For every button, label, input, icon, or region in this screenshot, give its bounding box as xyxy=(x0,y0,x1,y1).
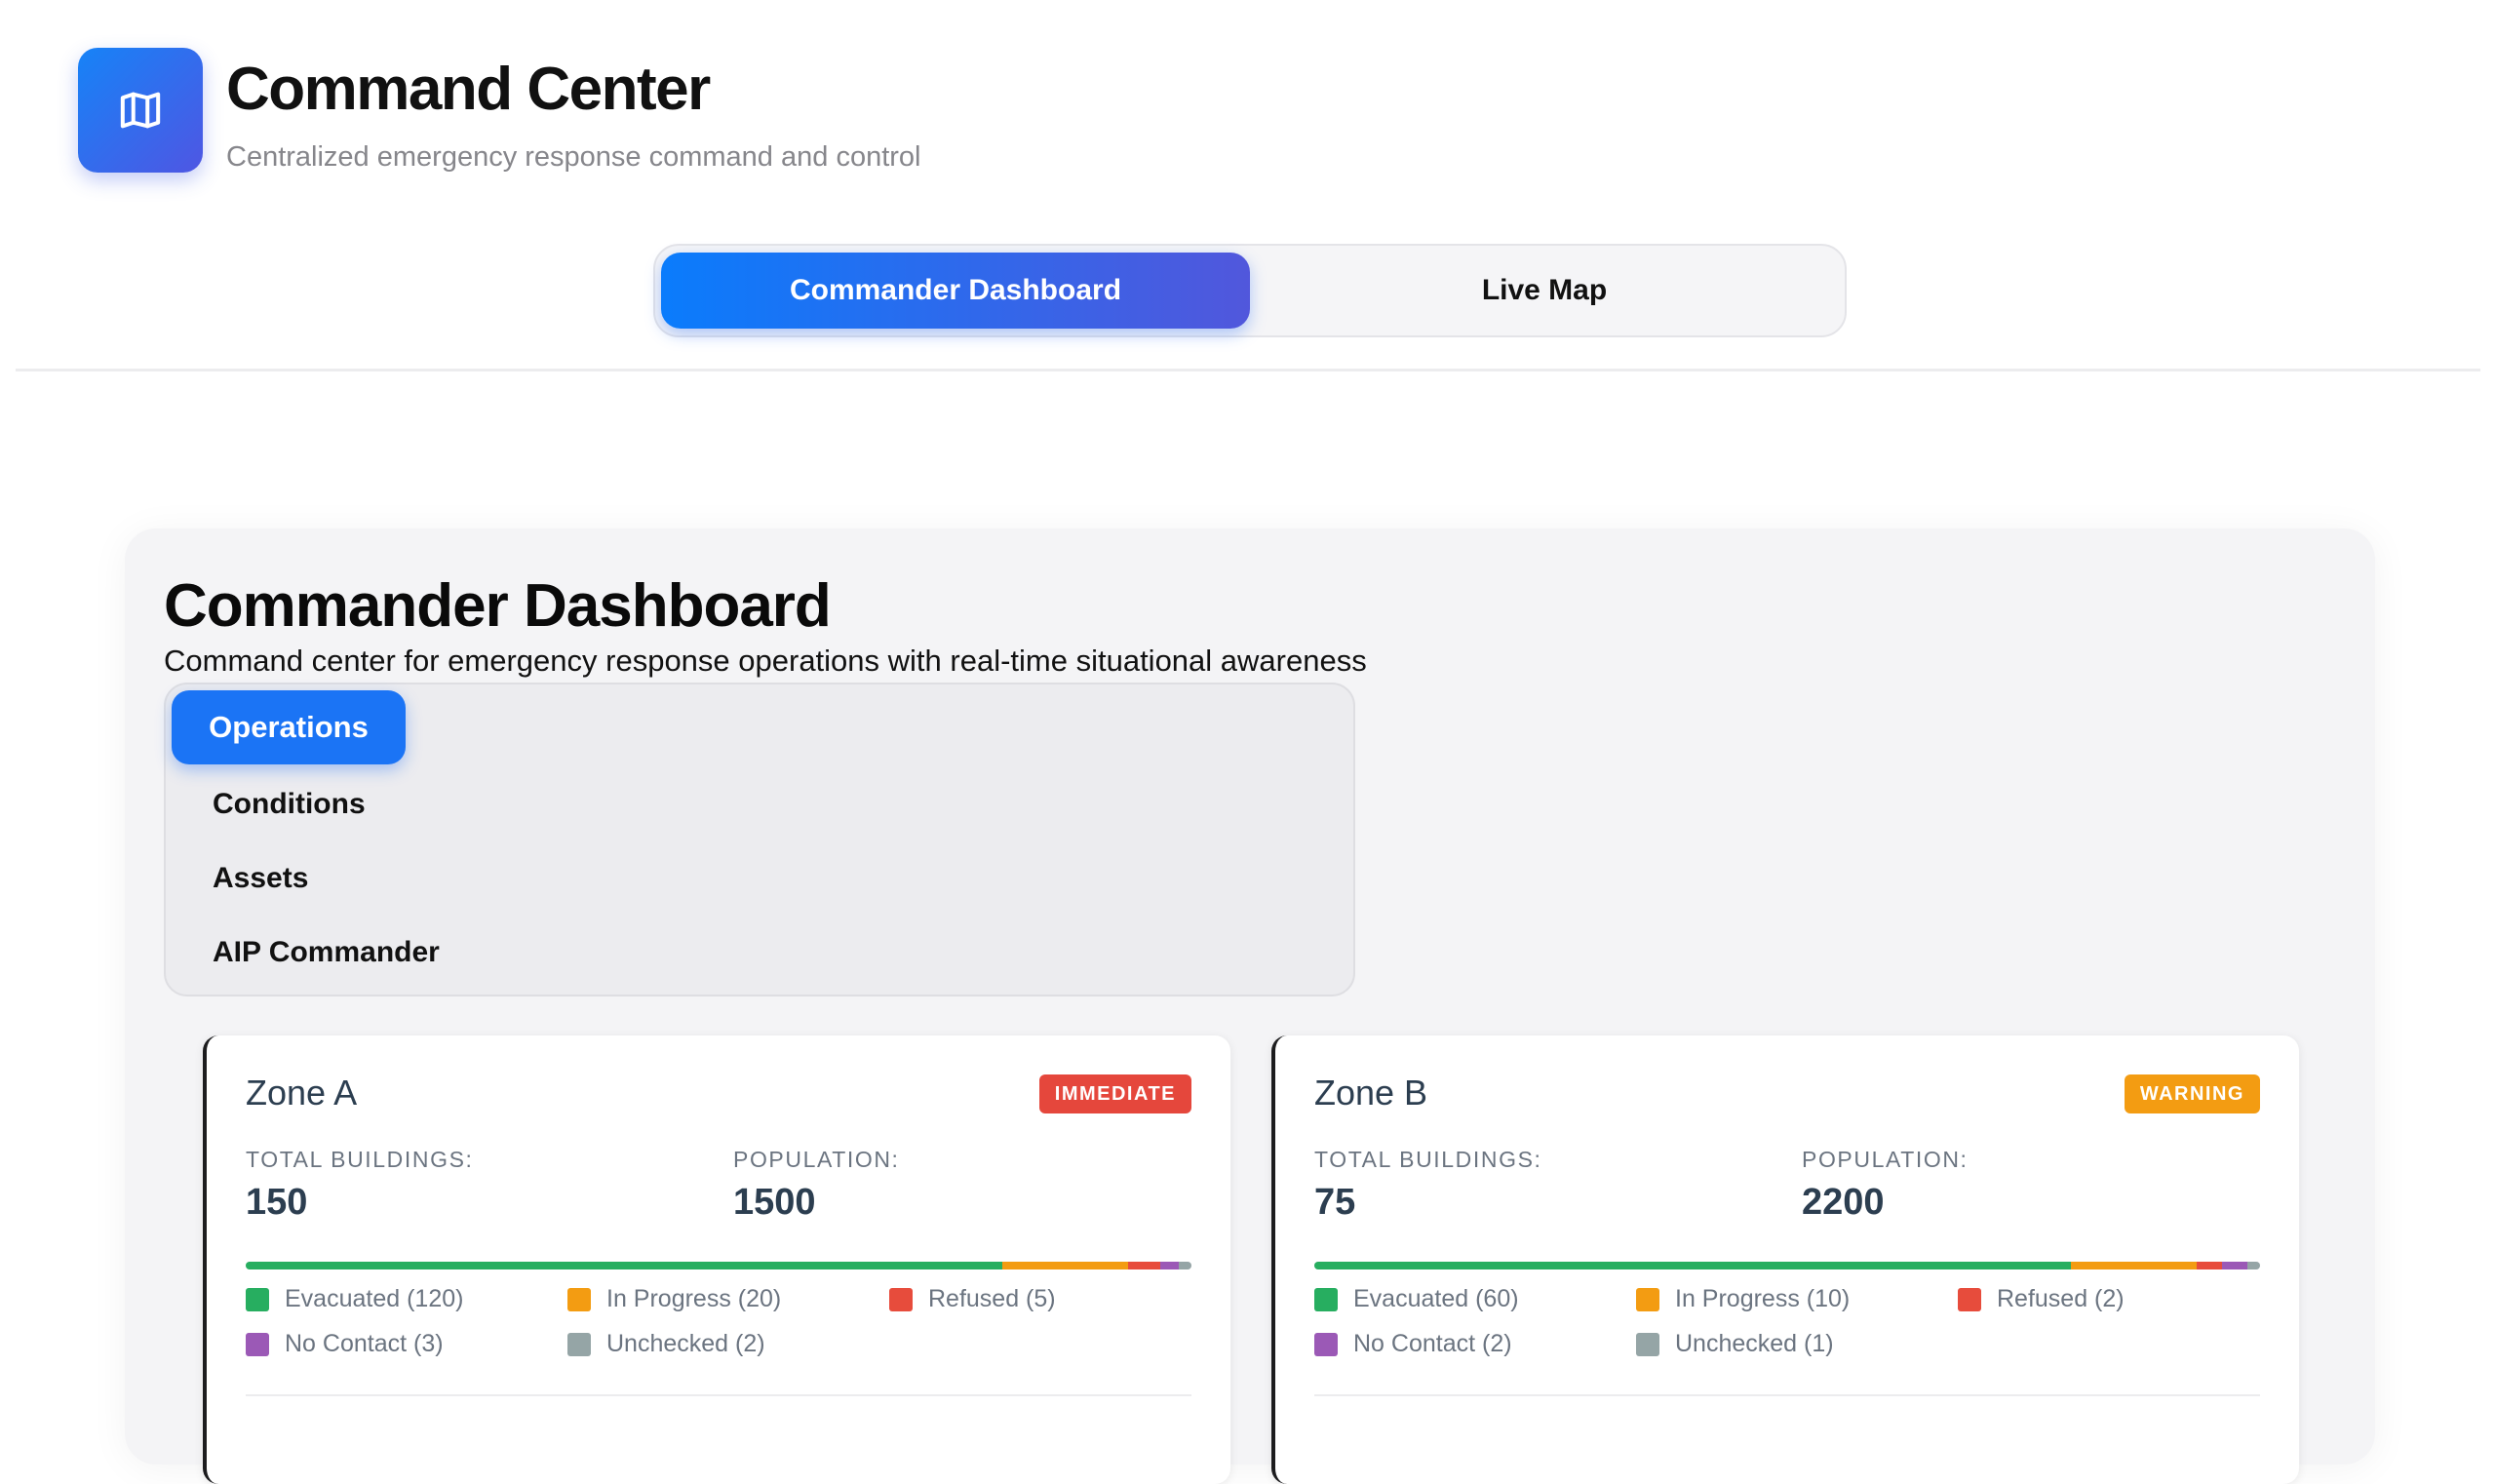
total-buildings-label: TOTAL BUILDINGS: xyxy=(246,1147,474,1172)
legend-label: Evacuated (60) xyxy=(1353,1285,1519,1312)
legend-label: Unchecked (2) xyxy=(606,1330,765,1357)
legend-label: No Contact (2) xyxy=(1353,1330,1512,1357)
legend-no-contact: No Contact (3) xyxy=(246,1330,444,1358)
sub-nav-aip-commander[interactable]: AIP Commander xyxy=(213,936,440,969)
legend-swatch xyxy=(567,1287,591,1311)
tab-live-map[interactable]: Live Map xyxy=(1250,253,1839,329)
dashboard-sub-nav: Operations Conditions Assets AIP Command… xyxy=(164,683,1355,996)
sub-nav-operations[interactable]: Operations xyxy=(172,690,406,764)
legend-label: Refused (5) xyxy=(928,1285,1056,1312)
legend-unchecked: Unchecked (1) xyxy=(1636,1330,1834,1358)
sub-nav-assets[interactable]: Assets xyxy=(213,862,308,895)
app-logo xyxy=(78,48,203,173)
app-header: Command Center Centralized emergency res… xyxy=(78,48,920,174)
legend-swatch xyxy=(567,1332,591,1356)
legend-no-contact: No Contact (2) xyxy=(1314,1330,1512,1358)
total-buildings-label: TOTAL BUILDINGS: xyxy=(1314,1147,1542,1172)
legend-swatch xyxy=(1314,1332,1338,1356)
zone-status-badge: IMMEDIATE xyxy=(1038,1074,1191,1113)
progress-segment xyxy=(1179,1262,1191,1269)
progress-segment xyxy=(1002,1262,1129,1269)
progress-segment xyxy=(2071,1262,2198,1269)
progress-segment xyxy=(2247,1262,2260,1269)
legend-label: In Progress (10) xyxy=(1675,1285,1851,1312)
legend-in-progress: In Progress (10) xyxy=(1636,1285,1850,1313)
progress-segment xyxy=(1128,1262,1160,1269)
legend-label: No Contact (3) xyxy=(285,1330,444,1357)
header-divider xyxy=(16,369,2480,371)
legend-evacuated: Evacuated (120) xyxy=(246,1285,463,1313)
app-title: Command Center xyxy=(226,56,711,123)
legend-swatch xyxy=(246,1332,269,1356)
legend-refused: Refused (5) xyxy=(889,1285,1056,1313)
legend-label: Refused (2) xyxy=(1997,1285,2125,1312)
legend-swatch xyxy=(1636,1332,1659,1356)
zone-card-a[interactable]: Zone A IMMEDIATE TOTAL BUILDINGS: 150 PO… xyxy=(203,1035,1230,1484)
zone-name: Zone B xyxy=(1314,1073,1428,1113)
legend-label: Evacuated (120) xyxy=(285,1285,464,1312)
zone-card-b[interactable]: Zone B WARNING TOTAL BUILDINGS: 75 POPUL… xyxy=(1271,1035,2299,1484)
sub-nav-conditions[interactable]: Conditions xyxy=(213,788,366,821)
progress-segment xyxy=(246,1262,1002,1269)
legend-label: In Progress (20) xyxy=(606,1285,782,1312)
legend-swatch xyxy=(1314,1287,1338,1311)
legend-swatch xyxy=(889,1287,913,1311)
tab-commander-dashboard[interactable]: Commander Dashboard xyxy=(661,253,1250,329)
legend-evacuated: Evacuated (60) xyxy=(1314,1285,1519,1313)
legend-in-progress: In Progress (20) xyxy=(567,1285,781,1313)
view-tabs: Commander Dashboard Live Map xyxy=(653,244,1847,337)
population-value: 1500 xyxy=(733,1182,816,1223)
zone-name: Zone A xyxy=(246,1073,358,1113)
total-buildings-value: 75 xyxy=(1314,1182,1356,1223)
legend-label: Unchecked (1) xyxy=(1675,1330,1834,1357)
dashboard-panel: Commander Dashboard Command center for e… xyxy=(125,528,2375,1484)
card-divider xyxy=(246,1394,1191,1396)
legend-swatch xyxy=(1636,1287,1659,1311)
evacuation-progress-bar xyxy=(246,1262,1191,1269)
dashboard-title: Commander Dashboard xyxy=(164,572,832,640)
population-value: 2200 xyxy=(1802,1182,1885,1223)
total-buildings-value: 150 xyxy=(246,1182,308,1223)
card-divider xyxy=(1314,1394,2260,1396)
progress-segment xyxy=(2197,1262,2223,1269)
progress-segment xyxy=(1159,1262,1180,1269)
dashboard-subtitle: Command center for emergency response op… xyxy=(164,644,1367,678)
progress-segment xyxy=(1314,1262,2071,1269)
evacuation-progress-bar xyxy=(1314,1262,2260,1269)
progress-segment xyxy=(2222,1262,2248,1269)
legend-swatch xyxy=(246,1287,269,1311)
population-label: POPULATION: xyxy=(1802,1147,1969,1172)
population-label: POPULATION: xyxy=(733,1147,900,1172)
legend-swatch xyxy=(1958,1287,1981,1311)
map-icon xyxy=(120,92,161,129)
legend-unchecked: Unchecked (2) xyxy=(567,1330,765,1358)
zone-status-badge: WARNING xyxy=(2124,1074,2260,1113)
legend-refused: Refused (2) xyxy=(1958,1285,2125,1313)
app-subtitle: Centralized emergency response command a… xyxy=(226,141,921,173)
